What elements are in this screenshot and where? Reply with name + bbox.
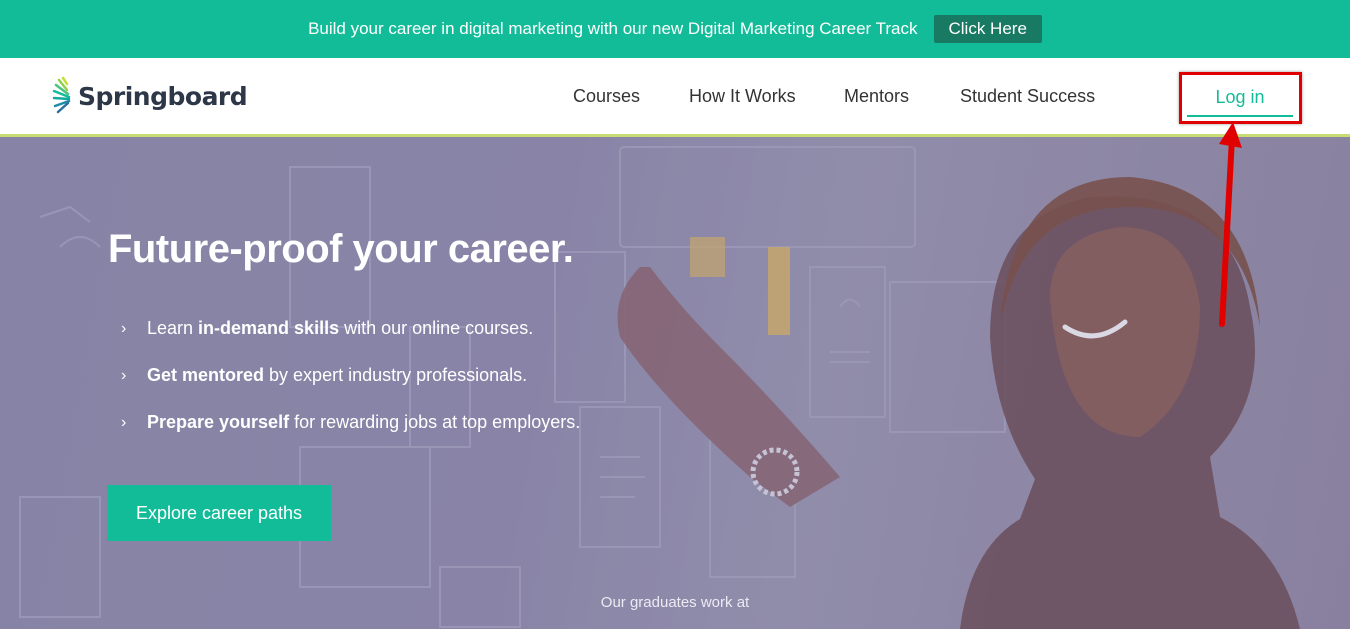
chevron-right-icon: › [121,319,127,337]
explore-career-paths-button[interactable]: Explore career paths [107,485,331,541]
springboard-logo[interactable]: Springboard [52,76,248,116]
nav-item-mentors[interactable]: Mentors [844,86,909,107]
bullet-text: Prepare yourself for rewarding jobs at t… [147,412,581,432]
brand-name: Springboard [78,81,248,111]
chevron-right-icon: › [121,366,127,384]
springboard-leaf-icon [52,76,71,114]
main-navbar: Springboard Courses How It Works Mentors… [0,58,1350,137]
promo-text: Build your career in digital marketing w… [308,19,918,38]
nav-item-student-success[interactable]: Student Success [960,86,1095,107]
bullet-text: Learn in-demand skills with our online c… [147,318,534,338]
red-annotation-arrow-icon [1219,122,1242,327]
bullet-text: Get mentored by expert industry professi… [147,365,528,385]
hero-bullet: › Get mentored by expert industry profes… [121,365,527,386]
promo-banner: Build your career in digital marketing w… [0,0,1350,58]
nav-item-courses[interactable]: Courses [573,86,640,107]
chevron-right-icon: › [121,413,127,431]
login-link[interactable]: Log in [1187,79,1293,117]
login-highlight-box: Log in [1179,72,1302,124]
hero-bullet: › Learn in-demand skills with our online… [121,318,533,339]
hero-section: Future-proof your career. › Learn in-dem… [0,137,1350,629]
hero-bullet: › Prepare yourself for rewarding jobs at… [121,412,580,433]
hero-title: Future-proof your career. [108,227,574,271]
promo-click-here-button[interactable]: Click Here [933,15,1042,43]
nav-item-how-it-works[interactable]: How It Works [689,86,796,107]
graduates-caption: Our graduates work at [600,594,750,611]
